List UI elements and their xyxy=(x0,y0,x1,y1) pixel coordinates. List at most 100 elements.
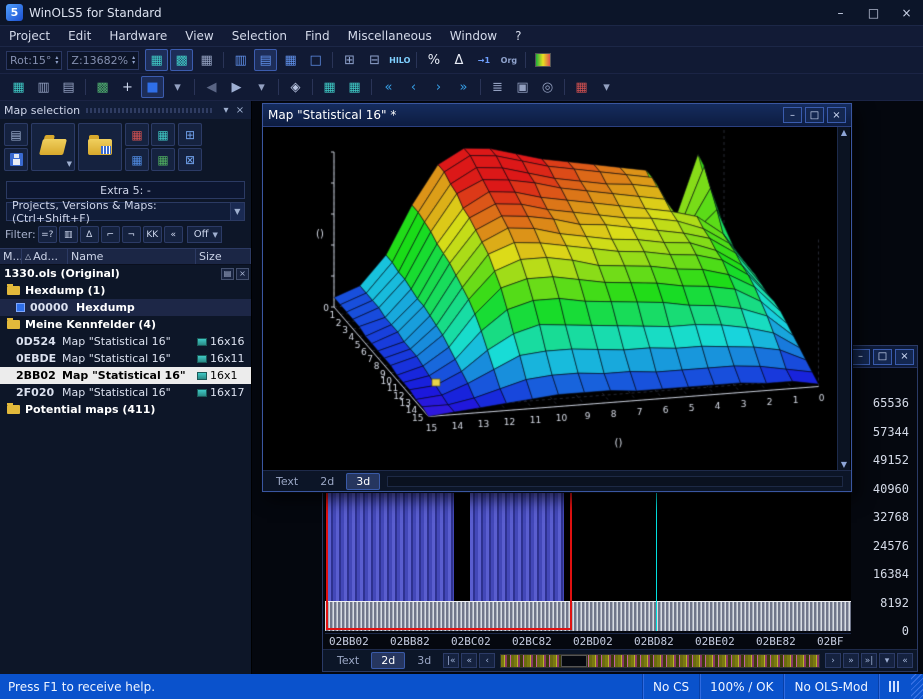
menu-item-selection[interactable]: Selection xyxy=(223,29,296,43)
filter-delta-icon[interactable]: Δ xyxy=(80,226,99,243)
map-list-row[interactable]: 0D524Map "Statistical 16"16x16 xyxy=(0,333,251,350)
filter-off-combo[interactable]: Off ▼ xyxy=(187,226,222,243)
column-header-name[interactable]: Name xyxy=(68,249,196,264)
hilo-icon[interactable]: HILO xyxy=(388,49,411,71)
close-button[interactable]: × xyxy=(895,349,914,365)
map-list-row[interactable]: Hexdump (1) xyxy=(0,282,251,299)
window-list-icon[interactable]: ≣ xyxy=(486,76,509,98)
filter-first-icon[interactable]: « xyxy=(164,226,183,243)
chevron-down-icon[interactable]: ▼ xyxy=(230,203,244,220)
selection-tool-icon[interactable]: + xyxy=(116,76,139,98)
filter-grid-icon[interactable]: ▥ xyxy=(59,226,78,243)
map-list-row[interactable]: 1330.ols (Original)▤× xyxy=(0,265,251,282)
column-header-size[interactable]: Size xyxy=(196,249,251,264)
map-list-header[interactable]: M...△Ad...NameSize xyxy=(0,248,251,265)
map-window-tab-2d[interactable]: 2d xyxy=(310,473,344,490)
first-map-icon[interactable]: « xyxy=(377,76,400,98)
slider-up-icon[interactable]: ▲ xyxy=(841,128,847,137)
maximize-button[interactable]: □ xyxy=(873,349,892,365)
map-list-row[interactable]: Potential maps (411) xyxy=(0,401,251,418)
search-icon[interactable]: ◎ xyxy=(536,76,559,98)
map-list-row[interactable]: 2F020Map "Statistical 16"16x17 xyxy=(0,384,251,401)
delta-icon[interactable]: Δ xyxy=(447,49,470,71)
cube-3d-icon[interactable]: ◈ xyxy=(284,76,307,98)
hex-nav-left-2[interactable]: ‹ xyxy=(479,653,495,668)
menu-item-hardware[interactable]: Hardware xyxy=(100,29,176,43)
extra5-field[interactable]: Extra 5: - xyxy=(6,181,245,199)
menu-item-help[interactable]: ? xyxy=(506,29,530,43)
maximize-button[interactable]: □ xyxy=(857,0,890,25)
checkered-map-icon[interactable]: ▩ xyxy=(91,76,114,98)
fill-dropdown-icon[interactable]: ▾ xyxy=(166,76,189,98)
filter-corner-right-icon[interactable]: ¬ xyxy=(122,226,141,243)
new-window-icon[interactable]: ▤ xyxy=(4,123,28,146)
import-file-button[interactable] xyxy=(78,123,122,171)
maximize-button[interactable]: □ xyxy=(805,107,824,123)
view-2d-icon[interactable]: ▦ xyxy=(145,49,168,71)
save-project-icon[interactable] xyxy=(4,148,28,171)
next-map-icon[interactable]: › xyxy=(427,76,450,98)
filter-kk-icon[interactable]: KK xyxy=(143,226,162,243)
hex-nav-right-2[interactable]: »| xyxy=(861,653,877,668)
close-button[interactable]: × xyxy=(827,107,846,123)
hex-nav-extra-0[interactable]: ▾ xyxy=(879,653,895,668)
window-cascade-icon[interactable]: ⊟ xyxy=(363,49,386,71)
panel-grip[interactable] xyxy=(86,108,213,113)
map-list-row[interactable]: Meine Kennfelder (4) xyxy=(0,316,251,333)
projects-versions-combo[interactable]: Projects, Versions & Maps: (Ctrl+Shift+F… xyxy=(6,202,245,221)
tilt-slider[interactable]: ▲ ▼ xyxy=(837,127,850,470)
map-new-icon[interactable]: ▦ xyxy=(151,123,175,146)
forward-icon[interactable]: ▶ xyxy=(225,76,248,98)
minimize-button[interactable]: – xyxy=(824,0,857,25)
minimize-button[interactable]: – xyxy=(783,107,802,123)
menu-item-window[interactable]: Window xyxy=(441,29,506,43)
menu-item-project[interactable]: Project xyxy=(0,29,59,43)
map-list-row[interactable]: 00000Hexdump xyxy=(0,299,251,316)
filter-corner-left-icon[interactable]: ⌐ xyxy=(101,226,120,243)
last-map-icon[interactable]: » xyxy=(452,76,475,98)
overview-slider-handle[interactable] xyxy=(561,655,587,667)
previous-map-icon[interactable]: ‹ xyxy=(402,76,425,98)
view-3d-icon[interactable]: ▩ xyxy=(170,49,193,71)
axis-columns-icon[interactable]: ▥ xyxy=(229,49,252,71)
hexdump-tab-text[interactable]: Text xyxy=(327,652,369,669)
back-icon[interactable]: ◀ xyxy=(200,76,223,98)
surface-3d-plot[interactable] xyxy=(264,127,838,469)
axis-none-icon[interactable]: □ xyxy=(304,49,327,71)
map-window-tab-3d[interactable]: 3d xyxy=(346,473,380,490)
minimize-button[interactable]: – xyxy=(851,349,870,365)
zoom-spinner[interactable]: ▴▾ xyxy=(132,55,135,65)
map-import-icon[interactable]: ▦ xyxy=(125,123,149,146)
forward-dropdown-icon[interactable]: ▾ xyxy=(250,76,273,98)
menu-item-find[interactable]: Find xyxy=(296,29,339,43)
hex-nav-right-1[interactable]: » xyxy=(843,653,859,668)
fill-blue-icon[interactable]: ■ xyxy=(141,76,164,98)
menu-item-edit[interactable]: Edit xyxy=(59,29,100,43)
window-new-icon[interactable]: ⊞ xyxy=(178,123,202,146)
axis-both-icon[interactable]: ▦ xyxy=(279,49,302,71)
zoom-field[interactable]: Z:13682% ▴▾ xyxy=(67,51,139,70)
project-windows-icon[interactable]: ▤ xyxy=(221,268,234,280)
panel-shade-icon[interactable]: ▾ xyxy=(219,105,233,116)
map-selection-panel-icon[interactable]: ▦ xyxy=(7,76,30,98)
checked-search-icon[interactable]: ▣ xyxy=(511,76,534,98)
horizontal-scrollbar[interactable] xyxy=(387,476,843,487)
close-button[interactable]: × xyxy=(890,0,923,25)
absolute-value-icon[interactable]: →1 xyxy=(472,49,495,71)
hex-nav-left-0[interactable]: |« xyxy=(443,653,459,668)
hex-nav-right-0[interactable]: › xyxy=(825,653,841,668)
project-close-icon[interactable]: × xyxy=(236,268,249,280)
colormap-icon[interactable] xyxy=(531,49,554,71)
map-list-row[interactable]: 2BB02Map "Statistical 16"16x1 xyxy=(0,367,251,384)
rotation-field[interactable]: Rot:15° ▴▾ xyxy=(6,51,62,70)
hex-nav-extra-1[interactable]: « xyxy=(897,653,913,668)
map-list-row[interactable]: 0EBDEMap "Statistical 16"16x11 xyxy=(0,350,251,367)
menu-item-view[interactable]: View xyxy=(176,29,222,43)
next-map-window-icon[interactable]: ▦ xyxy=(343,76,366,98)
map-window-titlebar[interactable]: Map "Statistical 16" * – □ × xyxy=(263,104,851,127)
map-list-icon[interactable]: ▥ xyxy=(32,76,55,98)
column-header-m[interactable]: M... xyxy=(0,249,22,264)
map-copy-icon[interactable]: ▦ xyxy=(125,148,149,171)
toolbar-overflow-icon[interactable]: ▾ xyxy=(595,76,618,98)
panel-close-icon[interactable]: × xyxy=(233,105,247,116)
